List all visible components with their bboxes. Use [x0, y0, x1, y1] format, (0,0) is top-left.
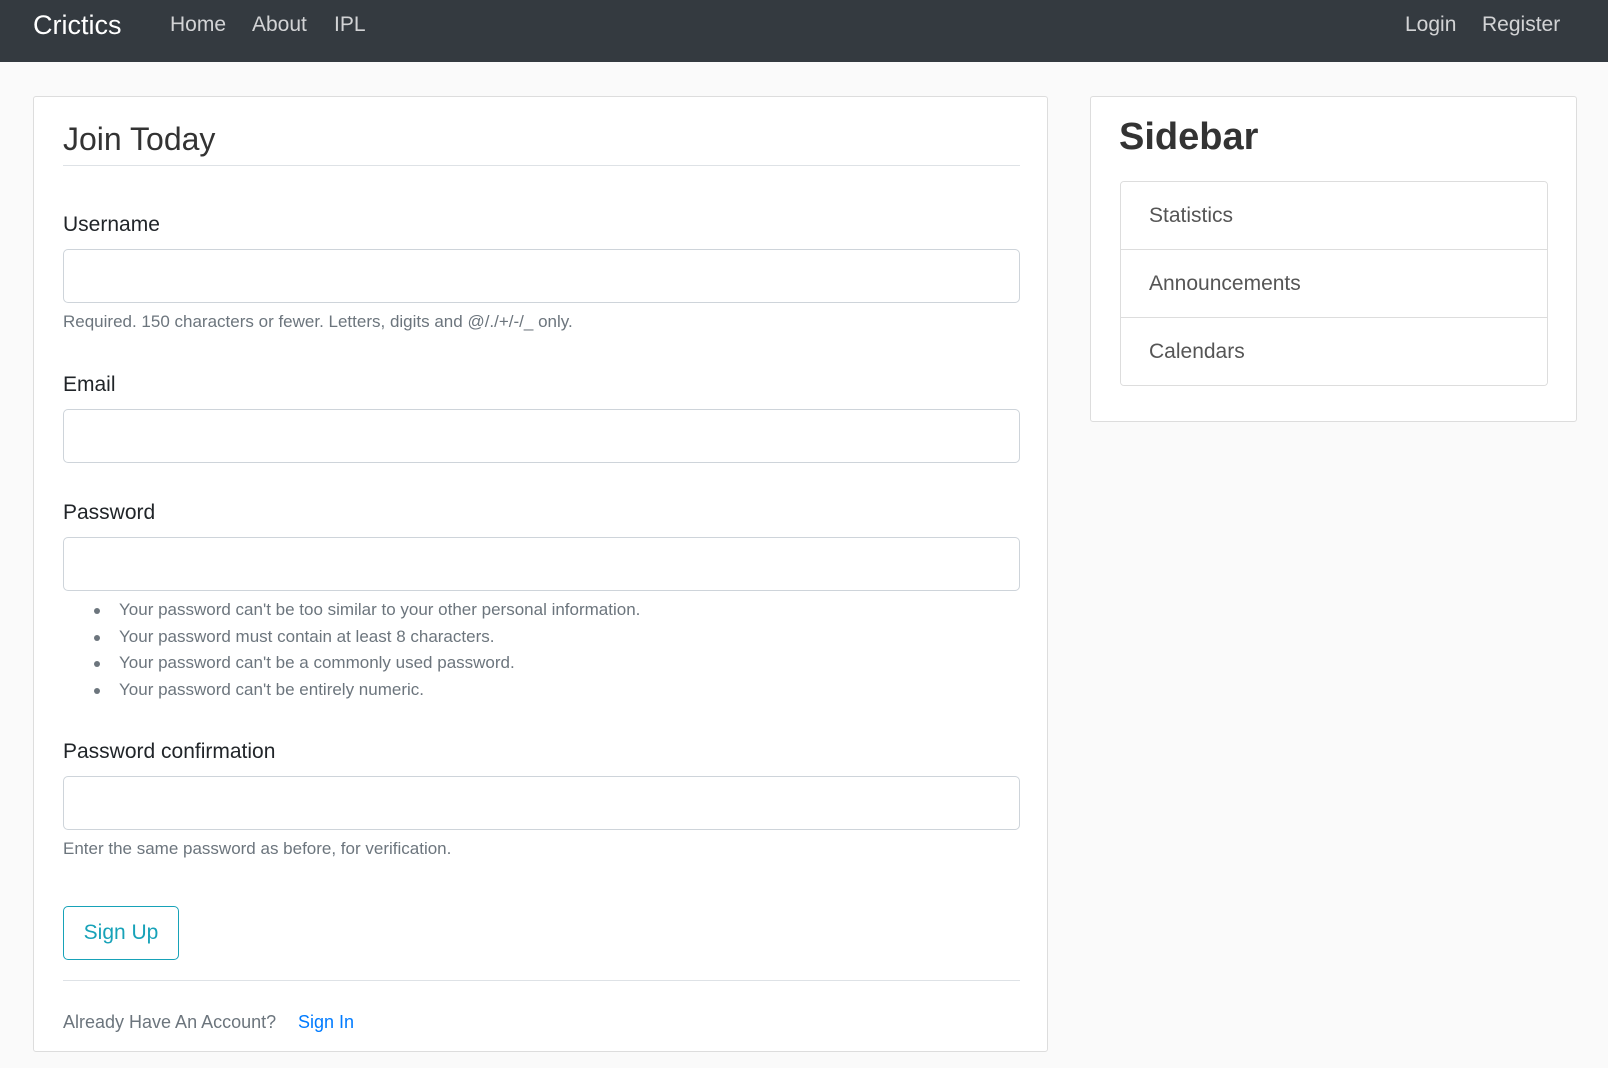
nav-link-login[interactable]: Login [1405, 12, 1456, 38]
username-label: Username [63, 213, 160, 236]
password-confirmation-help-text: Enter the same password as before, for v… [63, 839, 452, 858]
nav-link-ipl[interactable]: IPL [334, 12, 366, 38]
nav-link-register[interactable]: Register [1482, 12, 1560, 38]
sign-in-link[interactable]: Sign In [298, 1011, 354, 1033]
navbar: Crictics Home About IPL Login Register [0, 0, 1608, 62]
sidebar-item-announcements[interactable]: Announcements [1121, 250, 1547, 318]
username-help-text: Required. 150 characters or fewer. Lette… [63, 312, 573, 331]
sidebar-item-calendars[interactable]: Calendars [1121, 318, 1547, 385]
registration-card: Join Today Username Required. 150 charac… [33, 96, 1048, 1052]
password-rule: Your password must contain at least 8 ch… [94, 624, 640, 651]
email-label: Email [63, 373, 116, 396]
password-rules-list: Your password can't be too similar to yo… [94, 597, 640, 703]
password-rule: Your password can't be too similar to yo… [94, 597, 640, 624]
sidebar-card: Sidebar Statistics Announcements Calenda… [1090, 96, 1577, 422]
sign-up-button[interactable]: Sign Up [63, 906, 179, 960]
username-input[interactable] [63, 249, 1020, 303]
password-confirmation-label: Password confirmation [63, 740, 276, 763]
password-confirmation-input[interactable] [63, 776, 1020, 830]
sidebar-title: Sidebar [1119, 116, 1259, 158]
password-input[interactable] [63, 537, 1020, 591]
account-prompt: Already Have An Account? [63, 1012, 277, 1032]
email-input[interactable] [63, 409, 1020, 463]
sidebar-item-statistics[interactable]: Statistics [1121, 182, 1547, 250]
nav-link-about[interactable]: About [252, 12, 307, 38]
password-rule: Your password can't be entirely numeric. [94, 677, 640, 704]
sidebar-list: Statistics Announcements Calendars [1120, 181, 1548, 386]
form-divider [63, 980, 1020, 981]
password-rule: Your password can't be a commonly used p… [94, 650, 640, 677]
password-label: Password [63, 501, 156, 524]
brand-logo-link[interactable]: Crictics [33, 9, 122, 41]
nav-link-home[interactable]: Home [170, 12, 226, 38]
form-legend: Join Today [63, 119, 1020, 166]
